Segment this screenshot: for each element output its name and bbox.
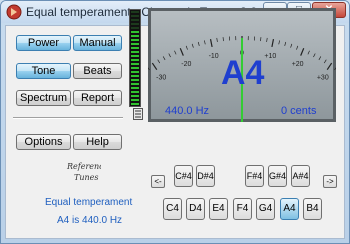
key-b4[interactable]: B4	[303, 198, 322, 220]
tone-button[interactable]: Tone	[16, 63, 71, 79]
dial-scale-label: -10	[209, 53, 219, 60]
key-d-sharp-4[interactable]: D#4	[196, 165, 215, 187]
dial-scale-label: -20	[181, 61, 191, 68]
tuner-app-icon[interactable]	[6, 4, 22, 20]
options-button[interactable]: Options	[16, 134, 71, 150]
key-f4[interactable]: F4	[233, 198, 252, 220]
key-a-sharp-4[interactable]: A#4	[291, 165, 310, 187]
dial-scale-label: -30	[156, 74, 166, 81]
meter-segment	[131, 23, 139, 25]
tuner-window: Equal temperament - Chromatia Tuner v3.6…	[0, 0, 350, 244]
key-c4[interactable]: C4	[163, 198, 182, 220]
meter-segment	[131, 51, 139, 53]
key-f-sharp-4[interactable]: F#4	[245, 165, 264, 187]
reference-tunes-logo: Reference Tunes	[66, 162, 101, 182]
manual-button[interactable]: Manual	[73, 35, 122, 51]
cents-readout: 0 cents	[281, 105, 317, 117]
meter-segment	[131, 15, 139, 17]
meter-settings-icon[interactable]	[133, 108, 143, 120]
svg-text:Reference: Reference	[66, 162, 101, 171]
meter-segment	[131, 95, 139, 97]
key-g4[interactable]: G4	[256, 198, 275, 220]
beats-button[interactable]: Beats	[73, 63, 122, 79]
key-d4[interactable]: D4	[186, 198, 205, 220]
meter-segment	[131, 83, 139, 85]
key-a4[interactable]: A4	[280, 198, 299, 220]
meter-segment	[131, 87, 139, 89]
meter-segment	[131, 35, 139, 37]
meter-segment	[131, 43, 139, 45]
help-button[interactable]: Help	[73, 134, 122, 150]
power-button[interactable]: Power	[16, 35, 71, 51]
spectrum-button[interactable]: Spectrum	[16, 90, 71, 106]
meter-segment	[131, 27, 139, 29]
meter-segment	[131, 63, 139, 65]
key-c-sharp-4[interactable]: C#4	[174, 165, 193, 187]
detected-note: A4	[221, 54, 265, 92]
dial-scale-label: +20	[292, 61, 304, 68]
key-g-sharp-4[interactable]: G#4	[268, 165, 287, 187]
meter-segment	[131, 55, 139, 57]
meter-segment	[131, 103, 139, 105]
previous-octave-button[interactable]: <-	[151, 175, 165, 188]
meter-segment	[131, 31, 139, 33]
reference-pitch-label: A4 is 440.0 Hz	[57, 215, 123, 226]
meter-segment	[131, 39, 139, 41]
svg-text:Tunes: Tunes	[74, 173, 98, 182]
next-octave-button[interactable]: ->	[323, 175, 337, 188]
meter-segment	[131, 59, 139, 61]
report-button[interactable]: Report	[73, 90, 122, 106]
meter-segment	[131, 75, 139, 77]
meter-segment	[131, 47, 139, 49]
meter-segment	[131, 11, 139, 13]
meter-segment	[131, 71, 139, 73]
meter-segment	[131, 91, 139, 93]
temperament-label: Equal temperament	[45, 197, 133, 208]
key-e4[interactable]: E4	[209, 198, 228, 220]
frequency-readout: 440.0 Hz	[165, 105, 210, 117]
meter-segment	[131, 79, 139, 81]
dial-scale-label: +10	[264, 53, 276, 60]
dial-scale-label: +30	[317, 74, 329, 81]
meter-segment	[131, 99, 139, 101]
meter-segment	[131, 19, 139, 21]
input-level-meter	[129, 9, 141, 107]
separator	[13, 117, 123, 119]
meter-segment	[131, 67, 139, 69]
